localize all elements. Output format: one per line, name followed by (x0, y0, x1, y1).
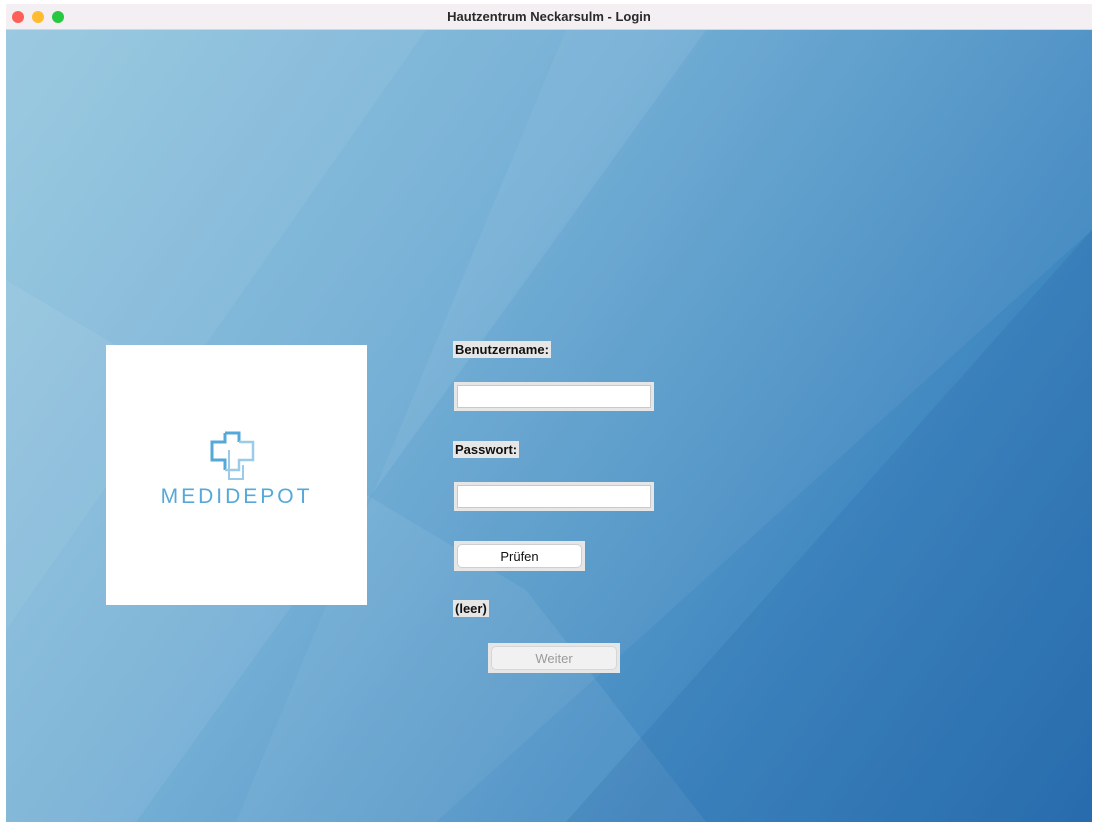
username-input[interactable] (457, 385, 651, 408)
login-window: Hautzentrum Neckarsulm - Login MEDIDEPOT… (6, 4, 1092, 822)
check-button[interactable]: Prüfen (457, 544, 582, 568)
window-title: Hautzentrum Neckarsulm - Login (447, 9, 651, 24)
continue-button[interactable]: Weiter (491, 646, 617, 670)
logo-wordmark: MEDIDEPOT (160, 485, 313, 508)
continue-button-frame: Weiter (488, 643, 620, 673)
medical-cross-icon (210, 431, 255, 480)
password-input[interactable] (457, 485, 651, 508)
username-field-frame (454, 382, 654, 411)
status-text: (leer) (453, 600, 489, 617)
title-bar[interactable]: Hautzentrum Neckarsulm - Login (6, 4, 1092, 30)
check-button-frame: Prüfen (454, 541, 585, 571)
password-field-frame (454, 482, 654, 511)
username-label: Benutzername: (453, 341, 551, 358)
login-content: MEDIDEPOT Benutzername: Passwort: Prüfen… (6, 30, 1092, 822)
logo-card: MEDIDEPOT (106, 345, 367, 605)
password-label: Passwort: (453, 441, 520, 458)
